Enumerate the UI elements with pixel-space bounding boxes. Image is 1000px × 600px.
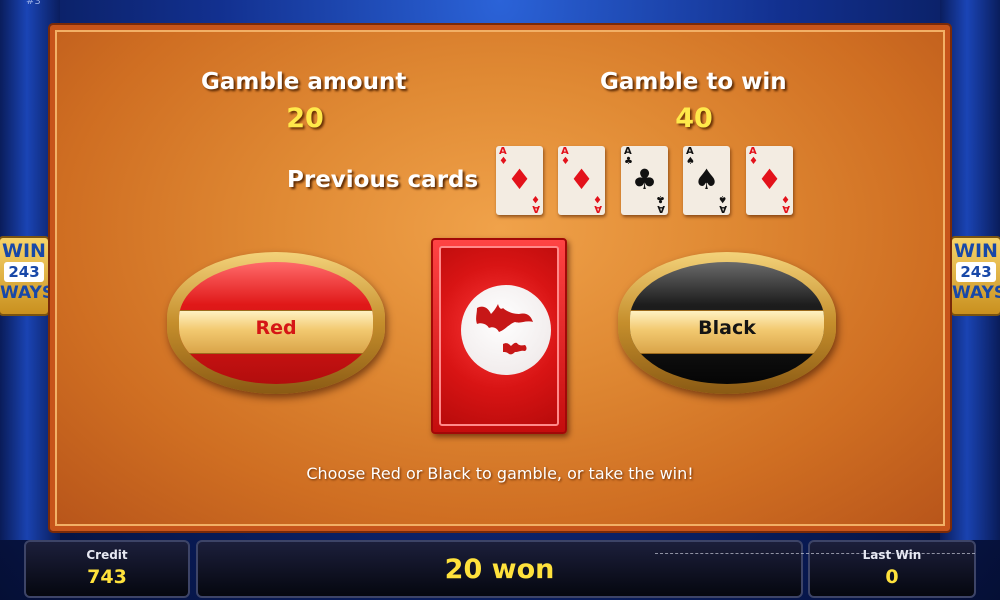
instruction-text: Choose Red or Black to gamble, or take t… bbox=[306, 464, 694, 483]
red-button-label: Red bbox=[255, 317, 297, 340]
last-win-box: Last Win 0 bbox=[808, 540, 976, 598]
spade-suit-icon: ♠ bbox=[693, 163, 720, 196]
diamond-suit-icon: ♦ bbox=[506, 163, 533, 196]
credit-value: 743 bbox=[87, 566, 127, 588]
badge-line3: WAYS bbox=[0, 283, 55, 303]
previous-card: A ♠ ♠ A ♠ bbox=[683, 146, 730, 215]
badge-line1: WIN bbox=[954, 240, 998, 262]
credit-label: Credit bbox=[86, 548, 128, 562]
credit-box: Credit 743 bbox=[24, 540, 190, 598]
previous-card: A ♦ ♦ A ♦ bbox=[746, 146, 793, 215]
divider-dashes bbox=[655, 553, 975, 554]
badge-line1: WIN bbox=[2, 240, 46, 262]
gamble-to-win-label: Gamble to win bbox=[600, 69, 787, 95]
club-suit-icon: ♣ bbox=[631, 163, 658, 196]
previous-card: A ♦ ♦ A ♦ bbox=[558, 146, 605, 215]
card-rank-bottom: A ♣ bbox=[656, 193, 665, 214]
diamond-suit-icon: ♦ bbox=[568, 163, 595, 196]
card-rank-bottom: A ♠ bbox=[718, 193, 727, 214]
last-win-label: Last Win bbox=[862, 548, 922, 562]
gamble-amount-label: Gamble amount bbox=[201, 69, 407, 95]
card-back-frame bbox=[439, 246, 559, 426]
diamond-suit-icon: ♦ bbox=[756, 163, 783, 196]
card-rank-bottom: A ♦ bbox=[531, 193, 540, 214]
gamble-amount-value: 20 bbox=[286, 103, 324, 134]
gamble-to-win-value: 40 bbox=[675, 103, 713, 134]
previous-card: A ♣ ♣ A ♣ bbox=[621, 146, 668, 215]
win-message-box: 20 won bbox=[196, 540, 803, 598]
last-win-value: 0 bbox=[885, 566, 899, 588]
previous-card: A ♦ ♦ A ♦ bbox=[496, 146, 543, 215]
top-tag: #3 bbox=[26, 0, 41, 7]
red-gamble-button[interactable]: Red bbox=[167, 252, 385, 394]
face-down-card bbox=[431, 238, 567, 434]
badge-line2: 243 bbox=[4, 262, 44, 282]
black-gamble-button[interactable]: Black bbox=[618, 252, 836, 394]
win-message: 20 won bbox=[444, 554, 555, 585]
card-rank-bottom: A ♦ bbox=[593, 193, 602, 214]
previous-cards-label: Previous cards bbox=[287, 167, 479, 193]
bat-icon bbox=[476, 304, 533, 355]
win-243-ways-badge-right: WIN 243 WAYS bbox=[950, 236, 1000, 316]
card-rank-bottom: A ♦ bbox=[781, 193, 790, 214]
badge-line3: WAYS bbox=[952, 283, 1000, 303]
badge-line2: 243 bbox=[956, 262, 996, 282]
win-243-ways-badge-left: WIN 243 WAYS bbox=[0, 236, 55, 316]
black-button-label: Black bbox=[698, 317, 756, 340]
